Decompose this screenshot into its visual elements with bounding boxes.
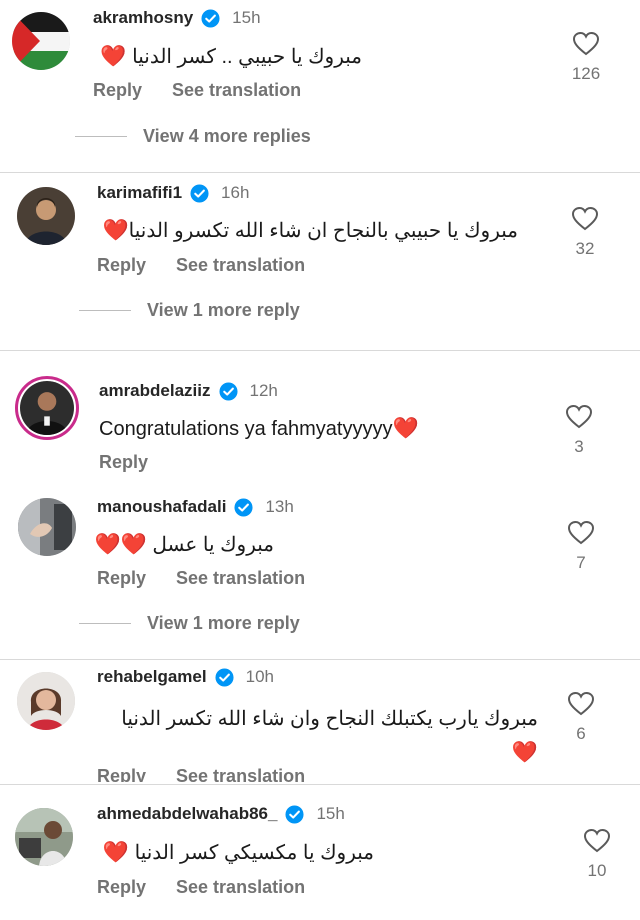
heart-outline-icon[interactable] (573, 32, 599, 56)
heart-emoji: ❤️ (102, 841, 130, 864)
comment-header: manoushafadali 13h (97, 497, 294, 517)
comment-text: مبروك يا حبيبي .. كسر الدنيا ❤️ (100, 45, 362, 68)
divider-line (79, 310, 131, 311)
profile-photo (20, 381, 74, 435)
avatar-with-story-ring[interactable] (15, 376, 79, 440)
verified-badge-icon (190, 183, 209, 203)
like-count: 126 (571, 64, 601, 83)
avatar[interactable] (17, 672, 75, 730)
username[interactable]: amrabdelaziiz (99, 381, 211, 401)
like-count: 10 (587, 861, 607, 880)
see-translation-button[interactable]: See translation (176, 766, 305, 782)
username[interactable]: rehabelgamel (97, 667, 207, 687)
verified-badge-icon (218, 381, 238, 401)
comment-header: rehabelgamel 10h (97, 667, 274, 687)
avatar[interactable] (15, 808, 73, 866)
reply-button[interactable]: Reply (97, 255, 146, 276)
avatar[interactable] (12, 12, 70, 70)
comment-header: karimafifi1 16h (97, 183, 249, 203)
profile-photo (17, 672, 75, 730)
like-count: 3 (574, 437, 584, 456)
heart-emoji: ❤️ (511, 741, 538, 764)
divider-line (75, 136, 127, 137)
divider-line (79, 623, 131, 624)
heart-emoji: ❤️ (392, 417, 419, 440)
profile-photo (18, 498, 76, 556)
comment-header: amrabdelaziiz 12h (99, 381, 278, 401)
heart-outline-icon[interactable] (584, 829, 610, 853)
see-translation-button[interactable]: See translation (176, 568, 305, 589)
like-count: 6 (576, 724, 586, 743)
heart-outline-icon[interactable] (572, 207, 598, 231)
comment-divider (0, 172, 640, 173)
timestamp: 15h (316, 804, 345, 823)
comment-text: مبروك يا حبيبي بالنجاح ان شاء الله تكسرو… (102, 219, 518, 242)
comment-divider (0, 350, 640, 351)
username[interactable]: akramhosny (93, 8, 193, 28)
heart-emoji: ❤️ (102, 219, 129, 242)
timestamp: 13h (265, 497, 294, 516)
comment-text: مبروك يا مكسيكي كسر الدنيا ❤️ (102, 841, 374, 864)
comment-text: Congratulations ya fahmyatyyyyy❤️ (99, 417, 419, 440)
reply-button[interactable]: Reply (97, 766, 146, 782)
reply-button[interactable]: Reply (97, 877, 146, 898)
comment-header: akramhosny 15h (93, 8, 261, 28)
heart-emoji: ❤️ (100, 45, 127, 68)
verified-badge-icon (234, 497, 253, 517)
comment-divider (0, 784, 640, 785)
profile-photo (15, 808, 73, 866)
comment-header: ahmedabdelwahab86_ 15h (97, 804, 345, 824)
reply-button[interactable]: Reply (99, 452, 148, 473)
username[interactable]: ahmedabdelwahab86_ (97, 804, 277, 824)
profile-photo (17, 187, 75, 245)
reply-button[interactable]: Reply (93, 80, 142, 101)
username[interactable]: karimafifi1 (97, 183, 182, 203)
verified-badge-icon (215, 667, 234, 687)
verified-badge-icon (285, 804, 304, 824)
avatar[interactable] (17, 187, 75, 245)
timestamp: 16h (221, 183, 250, 202)
view-more-replies-button[interactable]: View 4 more replies (143, 126, 311, 147)
heart-emoji: ❤️❤️ (94, 533, 147, 556)
heart-outline-icon[interactable] (568, 692, 594, 716)
see-translation-button[interactable]: See translation (176, 255, 305, 276)
comment-divider (0, 659, 640, 660)
see-translation-button[interactable]: See translation (172, 80, 301, 101)
like-count: 7 (576, 553, 586, 572)
timestamp: 15h (232, 8, 261, 27)
heart-outline-icon[interactable] (566, 405, 592, 429)
verified-badge-icon (201, 8, 220, 28)
timestamp: 12h (249, 381, 278, 400)
comment-text: مبروك يا عسل ❤️❤️ (94, 533, 274, 556)
reply-button[interactable]: Reply (97, 568, 146, 589)
view-more-replies-button[interactable]: View 1 more reply (147, 300, 300, 321)
avatar[interactable] (18, 498, 76, 556)
like-count: 32 (575, 239, 595, 258)
comment-text: مبروك يارب يكتبلك النجاح وان شاء الله تك… (121, 708, 538, 764)
timestamp: 10h (245, 667, 274, 686)
palestine-flag-avatar (12, 12, 70, 70)
see-translation-button[interactable]: See translation (176, 877, 305, 898)
username[interactable]: manoushafadali (97, 497, 226, 517)
heart-outline-icon[interactable] (568, 521, 594, 545)
view-more-replies-button[interactable]: View 1 more reply (147, 613, 300, 634)
